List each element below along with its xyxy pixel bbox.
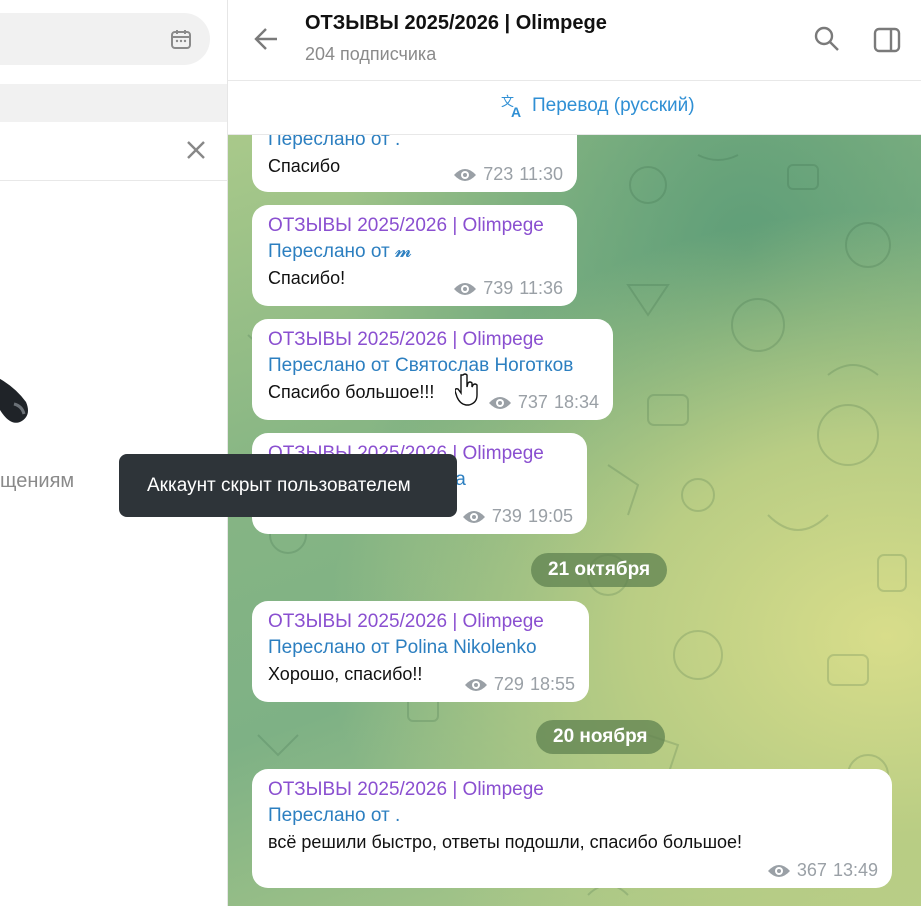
- message-time: 18:34: [553, 392, 599, 412]
- message-meta: 729 18:55: [464, 674, 575, 695]
- forwarded-from[interactable]: Переслано от Polina Nikolenko: [268, 635, 573, 661]
- message-meta: 367 13:49: [767, 860, 878, 881]
- views-count: 723: [483, 164, 514, 184]
- views-icon: [454, 168, 477, 181]
- message-bubble[interactable]: ОТЗЫВЫ 2025/2026 | Olimpege Переслано от…: [252, 319, 613, 420]
- translate-label: Перевод (русский): [532, 95, 695, 116]
- message-time: 11:36: [519, 278, 563, 298]
- message-time: 11:30: [519, 164, 563, 184]
- message-time: 19:05: [527, 506, 573, 526]
- calendar-icon[interactable]: [169, 27, 193, 51]
- sticker-illustration: [0, 378, 28, 423]
- views-count: 367: [796, 860, 827, 880]
- channel-name[interactable]: ОТЗЫВЫ 2025/2026 | Olimpege: [268, 609, 573, 635]
- forwarded-from[interactable]: Переслано от 𝓶: [268, 239, 561, 265]
- message-list[interactable]: Переслано от . Спасибо 723 11:30 ОТЗЫВЫ …: [228, 135, 921, 906]
- hidden-account-tooltip: Аккаунт скрыт пользователем: [119, 454, 457, 517]
- channel-name[interactable]: ОТЗЫВЫ 2025/2026 | Olimpege: [268, 777, 876, 803]
- translate-icon: 文 A: [501, 94, 521, 119]
- views-icon: [464, 678, 487, 691]
- forwarded-from[interactable]: Переслано от .: [268, 135, 561, 153]
- left-pane: щениям: [0, 0, 228, 906]
- message-meta: 723 11:30: [453, 164, 563, 185]
- forwarded-from[interactable]: Переслано от .: [268, 803, 876, 829]
- channel-name[interactable]: ОТЗЫВЫ 2025/2026 | Olimpege: [268, 213, 561, 239]
- views-icon: [767, 864, 790, 877]
- message-bubble[interactable]: ОТЗЫВЫ 2025/2026 | Olimpege Переслано от…: [252, 769, 892, 888]
- message-text: всё решили быстро, ответы подошли, спаси…: [268, 832, 743, 852]
- hand-cursor-icon: [455, 373, 478, 406]
- views-icon: [462, 510, 485, 523]
- message-bubble[interactable]: ОТЗЫВЫ 2025/2026 | Olimpege Переслано от…: [252, 205, 577, 306]
- views-icon: [488, 396, 511, 409]
- empty-search-hint: щениям: [0, 470, 75, 492]
- forwarded-from[interactable]: Переслано от Святослав Ноготков: [268, 353, 597, 379]
- subscriber-count: 204 подписчика: [305, 44, 437, 64]
- date-separator[interactable]: 21 октября: [531, 553, 668, 587]
- views-count: 739: [483, 278, 514, 298]
- back-arrow-icon[interactable]: [252, 24, 282, 54]
- search-filter-band: [0, 84, 227, 122]
- search-icon[interactable]: [813, 25, 841, 53]
- close-icon[interactable]: [183, 137, 209, 163]
- chat-header: ОТЗЫВЫ 2025/2026 | Olimpege 204 подписчи…: [228, 0, 921, 81]
- chat-title[interactable]: ОТЗЫВЫ 2025/2026 | Olimpege: [305, 12, 607, 35]
- message-meta: 737 18:34: [488, 392, 599, 413]
- translate-button[interactable]: 文 A Перевод (русский): [500, 93, 695, 119]
- message-meta: 739 11:36: [453, 278, 563, 299]
- views-icon: [454, 282, 477, 295]
- svg-text:A: A: [511, 104, 521, 119]
- message-time: 18:55: [529, 674, 575, 694]
- message-bubble[interactable]: Переслано от . Спасибо 723 11:30: [252, 135, 577, 192]
- channel-name[interactable]: ОТЗЫВЫ 2025/2026 | Olimpege: [268, 327, 597, 353]
- message-meta: 739 19:05: [462, 506, 573, 527]
- views-count: 739: [491, 506, 522, 526]
- translate-bar: 文 A Перевод (русский): [228, 81, 921, 135]
- side-panel-icon[interactable]: [872, 25, 902, 55]
- message-bubble[interactable]: ОТЗЫВЫ 2025/2026 | Olimpege Переслано от…: [252, 601, 589, 702]
- date-separator[interactable]: 20 ноября: [536, 720, 665, 754]
- message-time: 13:49: [832, 860, 878, 880]
- views-count: 729: [493, 674, 524, 694]
- views-count: 737: [517, 392, 548, 412]
